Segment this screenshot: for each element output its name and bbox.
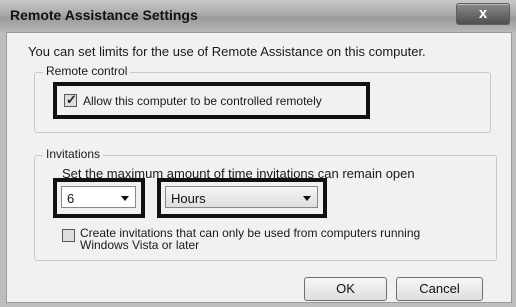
remote-control-group-label: Remote control <box>43 64 131 78</box>
checkmark-icon: ✓ <box>66 92 77 107</box>
invitation-unit-value: Hours <box>171 191 206 206</box>
close-icon: x <box>478 5 488 22</box>
invitations-group-label: Invitations <box>43 147 104 161</box>
allow-remote-control-checkbox[interactable]: ✓ <box>64 92 77 107</box>
vista-only-label-line2[interactable]: Windows Vista or later <box>80 238 199 252</box>
invitation-unit-select[interactable]: Hours <box>165 186 318 208</box>
close-button[interactable]: x <box>456 3 510 25</box>
cancel-button[interactable]: Cancel <box>396 277 483 301</box>
invitation-amount-value: 6 <box>67 191 75 206</box>
remote-assistance-settings-dialog: Remote Assistance Settings x You can set… <box>0 0 516 307</box>
allow-remote-control-label[interactable]: Allow this computer to be controlled rem… <box>83 94 322 108</box>
chevron-down-icon <box>121 196 129 201</box>
window-title: Remote Assistance Settings <box>10 7 198 23</box>
invitation-amount-select[interactable]: 6 <box>61 186 136 208</box>
intro-text: You can set limits for the use of Remote… <box>28 44 426 59</box>
title-bar: Remote Assistance Settings x <box>0 0 516 33</box>
ok-button[interactable]: OK <box>304 277 387 301</box>
chevron-down-icon <box>303 196 311 201</box>
vista-only-checkbox[interactable] <box>62 229 75 242</box>
